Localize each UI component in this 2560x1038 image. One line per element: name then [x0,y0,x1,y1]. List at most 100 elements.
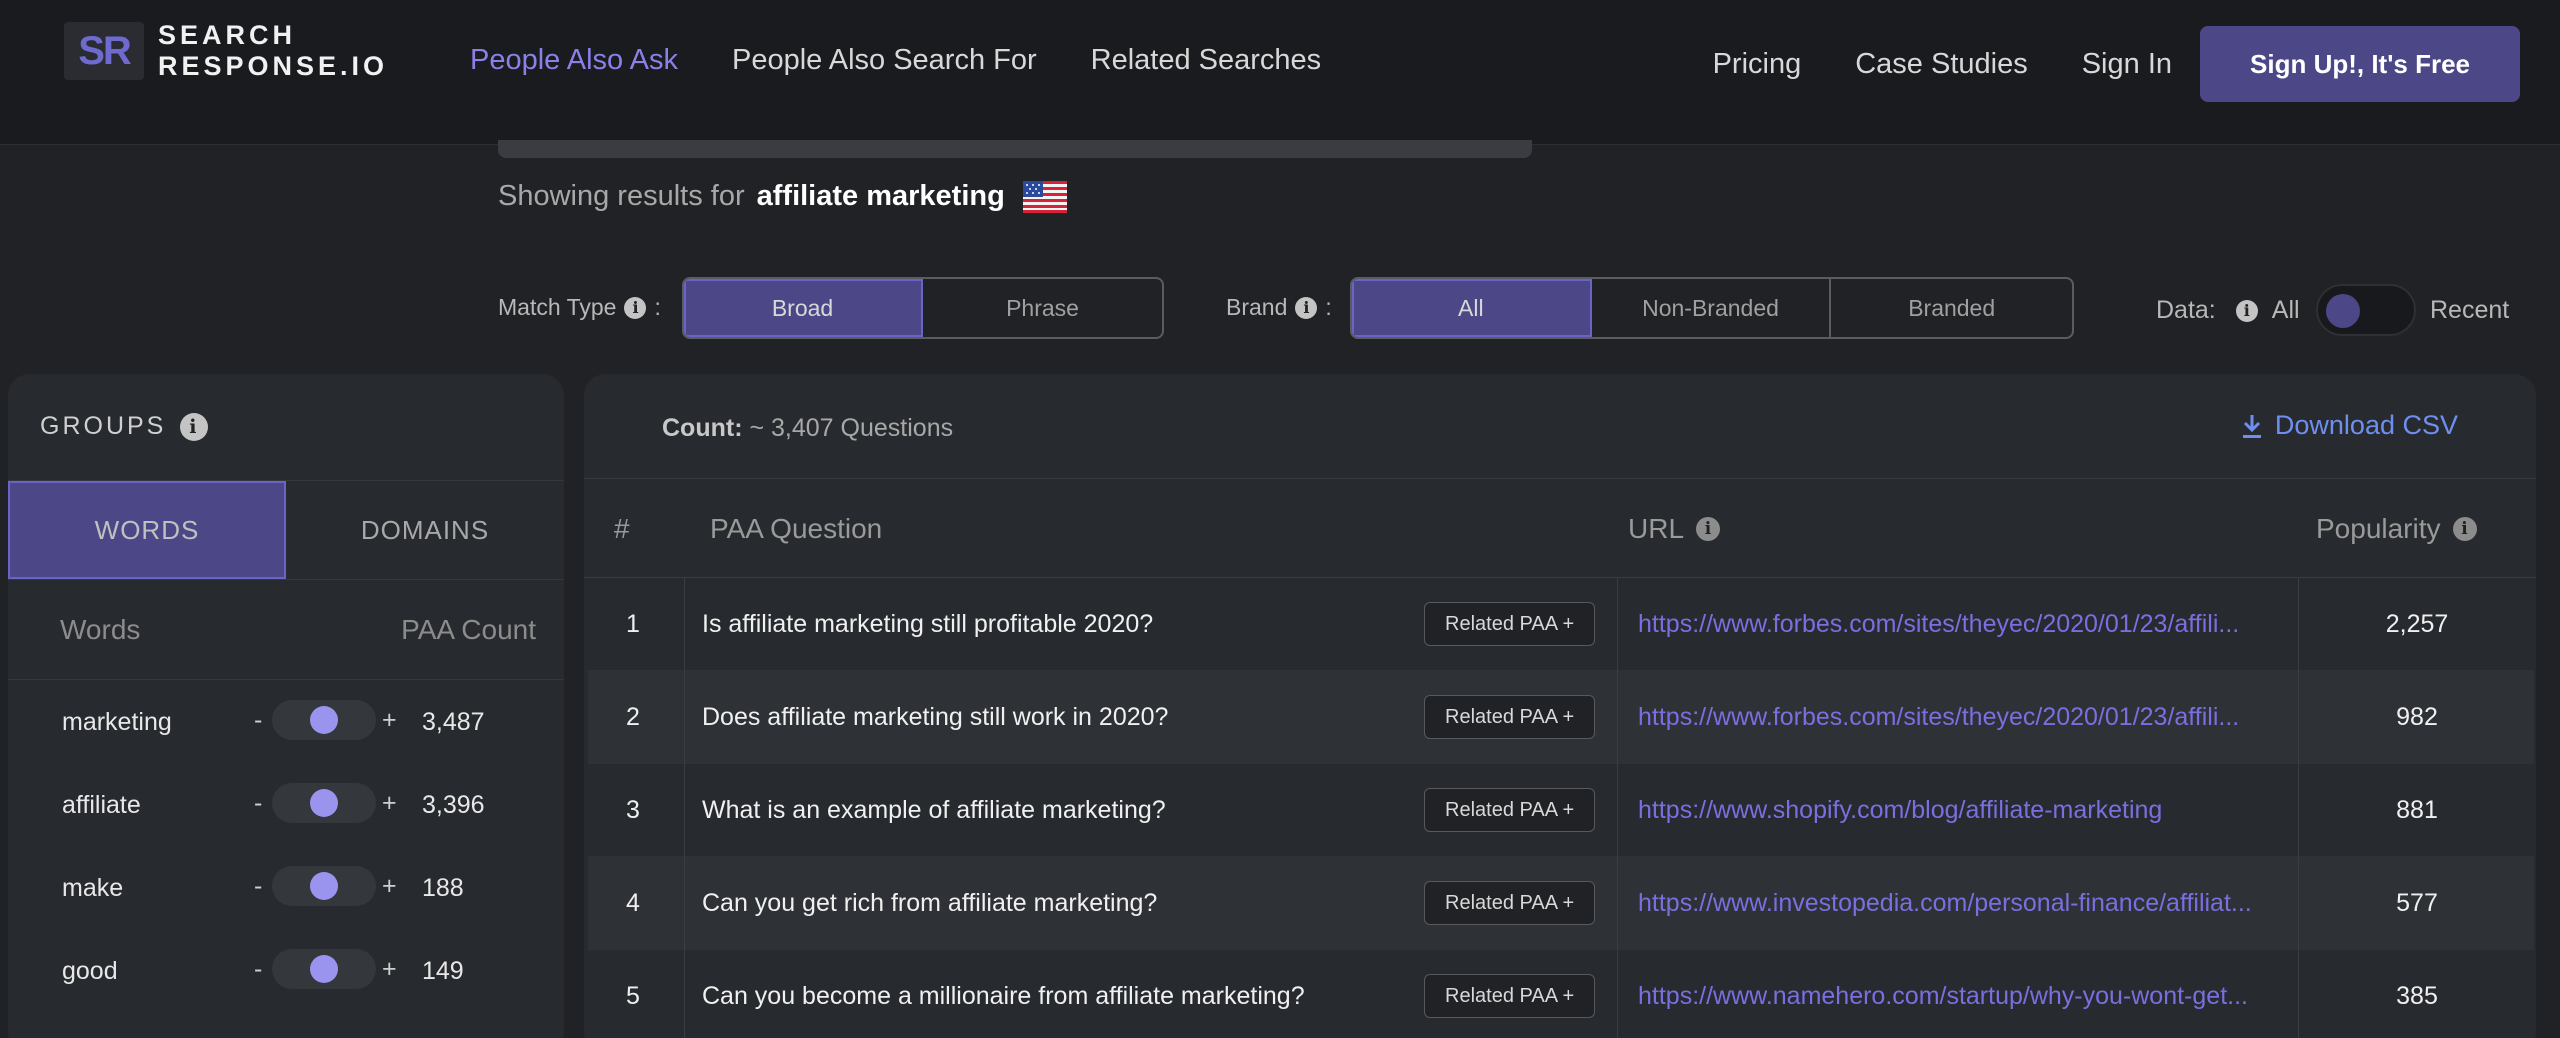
tab-words[interactable]: WORDS [8,481,286,579]
increase-button[interactable]: + [382,872,397,901]
decrease-button[interactable]: - [254,706,262,735]
row-number: 2 [626,703,640,731]
weight-slider[interactable] [272,700,376,740]
result-url-link[interactable]: https://www.forbes.com/sites/theyec/2020… [1638,610,2288,639]
info-icon[interactable]: i [180,412,209,441]
weight-slider[interactable] [272,949,376,989]
column-url[interactable]: URL i [1628,513,1721,545]
related-paa-button[interactable]: Related PAA + [1424,788,1596,832]
download-csv-button[interactable]: Download CSV [2241,410,2458,441]
groups-header: Words PAA Count [8,580,564,680]
logo[interactable]: SR SEARCH RESPONSE.IO [64,20,388,82]
data-recent-label: Recent [2430,296,2510,324]
popularity-value: 881 [2396,796,2438,824]
info-icon[interactable]: i [624,296,647,319]
decrease-button[interactable]: - [254,789,262,818]
nav-sign-in[interactable]: Sign In [2082,48,2172,81]
word-count: 3,396 [422,791,485,819]
data-filter: Data: i All [2156,296,2300,324]
match-type-phrase[interactable]: Phrase [923,279,1162,337]
words-column-header[interactable]: Words [60,614,140,646]
word-count: 149 [422,957,464,985]
paa-question: Can you become a millionaire from affili… [702,982,1305,1010]
table-row: 5 Can you become a millionaire from affi… [588,950,2534,1038]
paa-count-column-header[interactable]: PAA Count [401,614,536,646]
row-number: 3 [626,796,640,824]
result-url-link[interactable]: https://www.investopedia.com/personal-fi… [1638,889,2288,918]
search-bar[interactable] [498,140,1532,158]
word-count: 188 [422,874,464,902]
related-paa-button[interactable]: Related PAA + [1424,881,1596,925]
nav-people-also-search-for[interactable]: People Also Search For [732,44,1037,77]
groups-title: GROUPS i [40,412,209,441]
match-type-label: Match Type i: [498,294,661,320]
tab-domains[interactable]: DOMAINS [286,481,564,579]
weight-slider[interactable] [272,866,376,906]
top-navbar: SR SEARCH RESPONSE.IO People Also Ask Pe… [0,0,2560,145]
slider-handle[interactable] [310,706,338,734]
popularity-value: 385 [2396,982,2438,1010]
word-label: marketing [62,708,172,736]
showing-prefix: Showing results for [498,180,745,212]
result-url-link[interactable]: https://www.shopify.com/blog/affiliate-m… [1638,796,2288,825]
result-url-link[interactable]: https://www.namehero.com/startup/why-you… [1638,982,2288,1011]
row-number: 1 [626,610,640,638]
table-row: 2 Does affiliate marketing still work in… [588,671,2534,764]
nav-case-studies[interactable]: Case Studies [1855,48,2028,81]
data-toggle-switch[interactable] [2316,284,2416,336]
related-paa-button[interactable]: Related PAA + [1424,974,1596,1018]
decrease-button[interactable]: - [254,955,262,984]
paa-question: Can you get rich from affiliate marketin… [702,889,1158,917]
row-number: 5 [626,982,640,1010]
match-type-broad[interactable]: Broad [684,279,924,337]
brand-branded[interactable]: Branded [1831,279,2072,337]
column-number: # [614,513,630,544]
search-query: affiliate marketing [756,180,1005,212]
info-icon[interactable]: i [2452,517,2477,541]
info-icon[interactable]: i [1696,517,1721,541]
column-popularity[interactable]: Popularity i [2316,513,2477,545]
table-row: 3 What is an example of affiliate market… [588,764,2534,857]
download-icon [2242,414,2261,438]
word-row: marketing - + 3,487 [8,680,564,764]
related-paa-button[interactable]: Related PAA + [1424,695,1596,739]
increase-button[interactable]: + [382,955,397,984]
word-label: make [62,874,124,902]
table-row: 1 Is affiliate marketing still profitabl… [588,578,2534,671]
related-paa-button[interactable]: Related PAA + [1424,602,1596,646]
account-nav: Pricing Case Studies Sign In Sign Up!, I… [1713,26,2520,102]
brand-all[interactable]: All [1352,279,1592,337]
column-paa-question[interactable]: PAA Question [710,513,882,545]
brand-non-branded[interactable]: Non-Branded [1592,279,1832,337]
nav-pricing[interactable]: Pricing [1713,48,1802,81]
logo-line-2: RESPONSE.IO [158,51,389,81]
weight-slider[interactable] [272,783,376,823]
nav-related-searches[interactable]: Related Searches [1091,44,1322,77]
groups-panel: GROUPS i WORDS DOMAINS Words PAA Count m… [8,374,564,1038]
logo-mark: SR [64,22,144,80]
slider-handle[interactable] [310,955,338,983]
increase-button[interactable]: + [382,706,397,735]
count-value: ~ 3,407 Questions [749,414,954,442]
groups-tabs: WORDS DOMAINS [8,480,564,580]
signup-button[interactable]: Sign Up!, It's Free [2200,26,2520,102]
increase-button[interactable]: + [382,789,397,818]
word-row: make - + 188 [8,846,564,930]
toggle-knob [2326,294,2360,328]
brand-label: Brand i: [1226,294,1332,320]
table-row: 4 Can you get rich from affiliate market… [588,857,2534,950]
word-count: 3,487 [422,708,485,736]
slider-handle[interactable] [310,872,338,900]
nav-people-also-ask[interactable]: People Also Ask [470,44,678,77]
info-icon[interactable]: i [2235,299,2258,322]
result-url-link[interactable]: https://www.forbes.com/sites/theyec/2020… [1638,703,2288,732]
paa-question: Does affiliate marketing still work in 2… [702,703,1169,731]
info-icon[interactable]: i [1295,296,1318,319]
brand-toggle: All Non-Branded Branded [1350,277,2074,339]
column-divider [1617,578,1618,1038]
slider-handle[interactable] [310,789,338,817]
row-number: 4 [626,889,640,917]
decrease-button[interactable]: - [254,872,262,901]
popularity-value: 2,257 [2385,610,2449,638]
showing-results: Showing results for affiliate marketing [498,180,1067,213]
